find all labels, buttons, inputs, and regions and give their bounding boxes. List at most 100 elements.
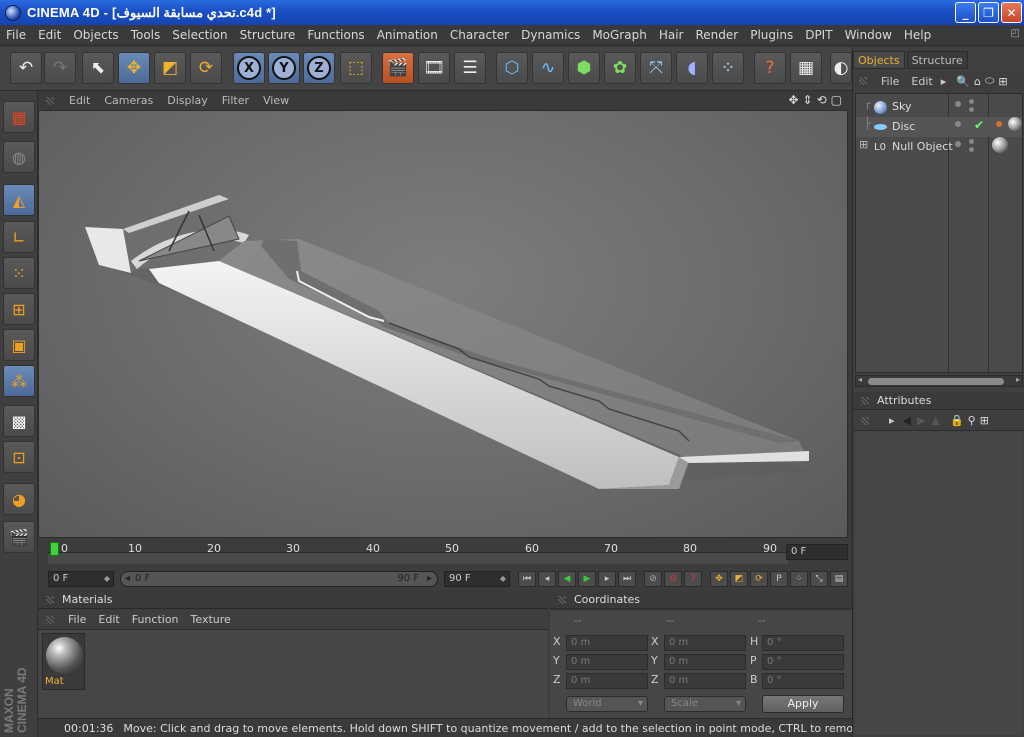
material-swatch[interactable]: Mat [42,633,85,690]
cube-primitive-icon[interactable]: ⬡ [496,52,528,84]
menu-tools[interactable]: Tools [125,28,167,42]
key-position-icon[interactable]: ✥ [710,571,728,587]
use-polygon-tool-icon[interactable]: ▣ [3,329,35,361]
attr-up-icon[interactable]: ▲ [931,414,939,427]
menu-mograph[interactable]: MoGraph [586,28,653,42]
menu-selection[interactable]: Selection [166,28,233,42]
key-help-icon[interactable]: ? [684,571,702,587]
menu-edit[interactable]: Edit [32,28,67,42]
key-rotation-icon[interactable]: ⟳ [750,571,768,587]
size-z-field[interactable]: 0 m [664,673,746,689]
panel-grip-icon[interactable] [46,96,54,105]
object-row-sky[interactable]: ┌ Sky [856,97,1022,117]
menu-window[interactable]: Window [839,28,898,42]
menu-file[interactable]: File [0,28,32,42]
attr-back-icon[interactable]: ◀ [903,414,911,427]
sphere-grid-icon[interactable]: ◍ [3,141,35,173]
viewport-menu-cameras[interactable]: Cameras [97,94,160,107]
materials-menu-edit[interactable]: Edit [92,613,125,626]
menu-dpit[interactable]: DPIT [799,28,838,42]
object-list-scrollbar[interactable]: ◂ ▸ [855,375,1023,387]
visibility-render-dot[interactable] [969,139,974,144]
key-parameter-icon[interactable]: P [770,571,788,587]
zoom-view-icon[interactable]: ⇕ [803,93,813,107]
panel-grip-icon[interactable] [861,416,869,425]
panel-grip-icon[interactable] [859,77,867,85]
render-settings-icon[interactable]: ☰ [454,52,486,84]
move-tool-icon[interactable]: ✥ [118,52,150,84]
undo-icon[interactable]: ↶ [10,52,42,84]
visibility-editor-dot[interactable] [955,121,961,127]
y-axis-lock-icon[interactable]: Y [268,52,300,84]
render-button-partial-icon[interactable]: ◐ [830,52,852,84]
animation-mode-icon[interactable]: 🎬 [3,521,35,553]
panel-grip-icon[interactable] [861,396,869,405]
cinema4d-app-icon[interactable] [5,4,21,21]
coordinate-space-dropdown[interactable]: World ▾ [566,696,648,712]
materials-menu-texture[interactable]: Texture [185,613,237,626]
menu-help[interactable]: Help [898,28,937,42]
menu-functions[interactable]: Functions [301,28,370,42]
render-view-icon[interactable]: 🎬 [382,52,414,84]
viewport-menu-view[interactable]: View [256,94,296,107]
viewport-menu-filter[interactable]: Filter [215,94,256,107]
tab-objects[interactable]: Objects [853,51,905,69]
size-x-field[interactable]: 0 m [664,635,746,651]
new-attr-window-icon[interactable]: ⊞ [980,414,989,427]
render-picture-viewer-icon[interactable]: 🎞 [418,52,450,84]
redo-icon[interactable]: ↷ [44,52,76,84]
current-frame-field[interactable]: 0 F [786,544,848,560]
key-pla-icon[interactable]: ⁘ [790,571,808,587]
frame-range-slider[interactable]: ◂ 0 F 90 F ▸ [120,571,438,587]
play-forward-icon[interactable]: ▶ [578,571,596,587]
position-y-field[interactable]: 0 m [566,654,648,670]
use-point-tool-icon[interactable]: ⁙ [3,257,35,289]
menu-objects[interactable]: Objects [67,28,124,42]
rotate-tool-icon[interactable]: ⟳ [190,52,222,84]
menu-character[interactable]: Character [444,28,515,42]
visibility-render-dot[interactable] [969,99,974,104]
menu-hair[interactable]: Hair [653,28,690,42]
tab-structure[interactable]: Structure [906,51,968,69]
minimize-button[interactable]: _ [955,2,976,23]
menu-plugins[interactable]: Plugins [744,28,799,42]
nurbs-icon[interactable]: ⬢ [568,52,600,84]
viewport-menu-edit[interactable]: Edit [62,94,97,107]
next-key-icon[interactable]: ▸ [598,571,616,587]
visibility-render-dot[interactable] [969,147,974,152]
texture-mode-icon[interactable]: ▩ [3,405,35,437]
pan-view-icon[interactable]: ✥ [788,93,798,107]
coordinate-system-icon[interactable]: ⬚ [340,52,372,84]
array-icon[interactable]: ✿ [604,52,636,84]
maximize-button[interactable]: ❐ [978,2,999,23]
use-object-axis-icon[interactable]: ∟ [3,221,35,253]
key-interp-icon[interactable]: ⤡ [810,571,828,587]
rotation-p-field[interactable]: 0 ° [762,654,844,670]
attr-next-icon[interactable]: ▶ [917,414,925,427]
enabled-check-icon[interactable]: ✔ [974,118,984,132]
visibility-editor-dot[interactable] [955,101,961,107]
key-scale-icon[interactable]: ◩ [730,571,748,587]
tag-icon[interactable] [996,121,1002,127]
menu-animation[interactable]: Animation [371,28,444,42]
object-manager-list[interactable]: ┌ Sky ├ Disc ✔ ⊞ L0 Null Object [855,93,1023,374]
new-window-icon[interactable]: ⊞ [998,75,1007,88]
size-y-field[interactable]: 0 m [664,654,746,670]
object-row-null-object[interactable]: ⊞ L0 Null Object [856,137,1022,157]
menu-more-icon[interactable]: ▸ [941,75,947,88]
link-icon[interactable]: ⚲ [968,414,976,427]
timeline-playhead[interactable] [50,542,59,556]
object-row-disc[interactable]: ├ Disc ✔ [856,117,1022,137]
expand-icon[interactable]: ⊞ [859,138,868,151]
objects-menu-file[interactable]: File [875,75,905,88]
attr-forward-icon[interactable]: ▸ [889,414,895,427]
rotation-h-field[interactable]: 0 ° [762,635,844,651]
live-selection-icon[interactable]: ⬉ [82,52,114,84]
coordinate-mode-dropdown[interactable]: Scale ▾ [664,696,746,712]
viewport-menu-display[interactable]: Display [160,94,215,107]
menu-render[interactable]: Render [689,28,744,42]
prev-key-icon[interactable]: ◂ [538,571,556,587]
material-tag-icon[interactable] [992,137,1008,153]
record-icon[interactable]: ⊘ [644,571,662,587]
scale-tool-icon[interactable]: ◩ [154,52,186,84]
